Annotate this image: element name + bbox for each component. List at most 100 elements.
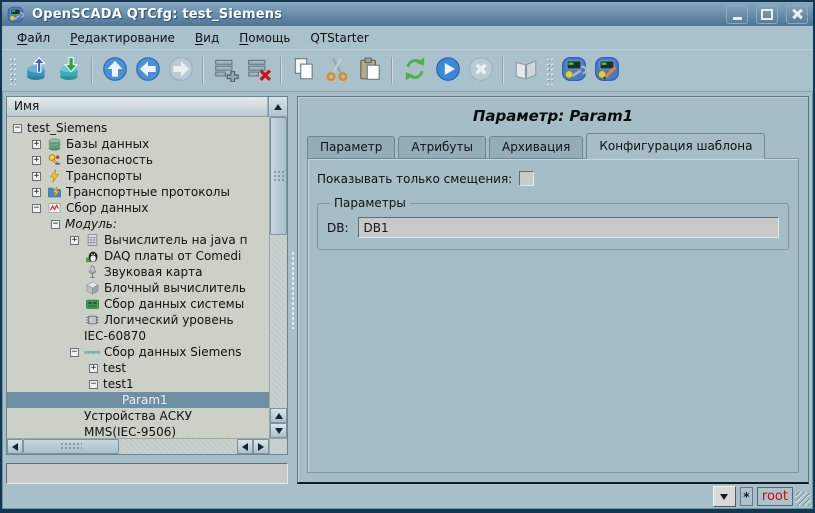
vscroll-up2-button[interactable] <box>270 408 287 423</box>
tree-item-module[interactable]: −Модуль: <box>7 216 269 232</box>
copy-item-button[interactable] <box>287 54 320 87</box>
paste-item-button[interactable] <box>353 54 386 87</box>
expand-icon[interactable]: + <box>32 156 41 165</box>
collapse-icon[interactable]: − <box>89 380 98 389</box>
menu-qtstarter[interactable]: QTStarter <box>301 28 377 48</box>
modified-flag-button[interactable]: * <box>740 487 753 506</box>
parameters-group: Параметры DB: <box>317 196 789 250</box>
hscroll-right-button[interactable] <box>253 439 269 454</box>
parameters-group-label: Параметры <box>330 196 410 210</box>
go-up-button[interactable] <box>98 54 131 87</box>
manual-button[interactable] <box>509 54 542 87</box>
menu-редактирование[interactable]: Редактирование <box>61 28 184 48</box>
expand-icon[interactable]: + <box>32 140 41 149</box>
tree-item-daq[interactable]: −Сбор данных <box>7 200 269 216</box>
tab-template-config[interactable]: Конфигурация шаблона <box>586 133 765 159</box>
collapse-icon[interactable]: − <box>13 124 22 133</box>
vscroll-thumb[interactable] <box>270 117 287 235</box>
collapse-icon[interactable]: − <box>51 220 60 229</box>
tree-item-security[interactable]: +Безопасность <box>7 152 269 168</box>
menu-вид[interactable]: Вид <box>186 28 228 48</box>
starter-vis-icon <box>594 56 620 85</box>
tree-item-label: Логический уровень <box>104 313 234 327</box>
tree-item-databases[interactable]: +Базы данных <box>7 136 269 152</box>
expand-icon[interactable]: + <box>70 236 79 245</box>
titlebar[interactable]: OpenSCADA QTCfg: test_Siemens <box>2 2 813 26</box>
close-button[interactable] <box>786 5 808 24</box>
tree-item-transports[interactable]: +Транспорты <box>7 168 269 184</box>
tab-archiving[interactable]: Архивация <box>489 136 583 159</box>
security-icon <box>46 153 63 167</box>
tree-horizontal-scrollbar[interactable] <box>7 438 287 454</box>
menu-помощь[interactable]: Помощь <box>230 28 299 48</box>
refresh-button[interactable] <box>398 54 431 87</box>
cut-item-button[interactable] <box>320 54 353 87</box>
tree-item-test1[interactable]: −test1 <box>7 376 269 392</box>
add-item-button[interactable] <box>209 54 242 87</box>
tree-item-label: Устройства АСКУ <box>84 409 192 423</box>
expander-slot: − <box>51 220 65 229</box>
db-load-icon <box>24 56 50 85</box>
vscroll-up-button[interactable] <box>268 97 287 116</box>
start-updating-button[interactable] <box>431 54 464 87</box>
tree-filter-field[interactable] <box>6 463 288 484</box>
tree-item-iec60870[interactable]: IEC-60870 <box>7 328 269 344</box>
tree-item-amrdevs[interactable]: Устройства АСКУ <box>7 408 269 424</box>
db-input[interactable] <box>358 217 779 238</box>
tree-item-protocols[interactable]: +Транспортные протоколы <box>7 184 269 200</box>
tree-item-label: Param1 <box>122 393 168 407</box>
expand-icon[interactable]: + <box>32 188 41 197</box>
vscroll-trough[interactable] <box>270 235 287 408</box>
qtvision-starter-button[interactable] <box>590 54 623 87</box>
tree-item-test_siemens[interactable]: −test_Siemens <box>7 120 269 136</box>
tree-item-logiclev[interactable]: Логический уровень <box>7 312 269 328</box>
qtcfg-starter-button[interactable] <box>557 54 590 87</box>
svg-text:SIEMENS: SIEMENS <box>84 351 101 355</box>
tree-vertical-scrollbar[interactable] <box>269 117 287 438</box>
tree-item-comedi[interactable]: DAQ платы от Comedi <box>7 248 269 264</box>
load-from-db-button[interactable] <box>20 54 53 87</box>
tree-item-test[interactable]: +test <box>7 360 269 376</box>
page-title: Параметр: Param1 <box>298 97 808 133</box>
go-back-button[interactable] <box>131 54 164 87</box>
arrow-up-icon <box>274 104 282 110</box>
status-dropdown-button[interactable] <box>713 486 736 507</box>
collapse-icon[interactable]: − <box>70 348 79 357</box>
hscroll-left2-button[interactable] <box>237 439 253 454</box>
maximize-button[interactable] <box>756 5 778 24</box>
expander-slot: − <box>32 204 46 213</box>
hscroll-left-button[interactable] <box>7 439 23 454</box>
expander-slot: + <box>32 156 46 165</box>
tree-item-label: Сбор данных системы <box>104 297 244 311</box>
delete-item-button[interactable] <box>242 54 275 87</box>
db-save-icon <box>57 56 83 85</box>
tree-item-param1[interactable]: Param1 <box>7 392 269 408</box>
tree-item-systemdaq[interactable]: Сбор данных системы <box>7 296 269 312</box>
collapse-icon[interactable]: − <box>32 204 41 213</box>
minimize-button[interactable] <box>726 5 748 24</box>
tree-header-name-column[interactable]: Имя <box>7 97 268 116</box>
tree-item-soundcard[interactable]: Звуковая карта <box>7 264 269 280</box>
expand-icon[interactable]: + <box>89 364 98 373</box>
expand-icon[interactable]: + <box>32 172 41 181</box>
go-forward-button <box>164 54 197 87</box>
nav-forward-icon <box>168 56 194 85</box>
tree-item-blockcalc[interactable]: Блочный вычислитель <box>7 280 269 296</box>
menu-файл[interactable]: Файл <box>8 28 59 48</box>
tree-item-mms[interactable]: MMS(IEC-9506) <box>7 424 269 438</box>
tree-item-label: test1 <box>103 377 134 391</box>
hscroll-thumb[interactable] <box>23 439 119 454</box>
toolbar-drag-handle[interactable] <box>9 57 16 85</box>
resize-grip[interactable] <box>796 492 810 506</box>
vscroll-down-button[interactable] <box>270 423 287 438</box>
tab-parameter[interactable]: Параметр <box>307 136 395 159</box>
toolbar-drag-handle[interactable] <box>546 57 553 85</box>
hscroll-trough[interactable] <box>119 439 237 454</box>
expander-slot: − <box>70 348 84 357</box>
panel-splitter[interactable] <box>288 96 297 484</box>
save-to-db-button[interactable] <box>53 54 86 87</box>
tree-item-javalikecalc[interactable]: +Вычислитель на java п <box>7 232 269 248</box>
offsets-only-checkbox[interactable] <box>519 171 534 186</box>
tab-attributes[interactable]: Атрибуты <box>398 136 486 159</box>
tree-item-siemens[interactable]: −SIEMENSСбор данных Siemens <box>7 344 269 360</box>
